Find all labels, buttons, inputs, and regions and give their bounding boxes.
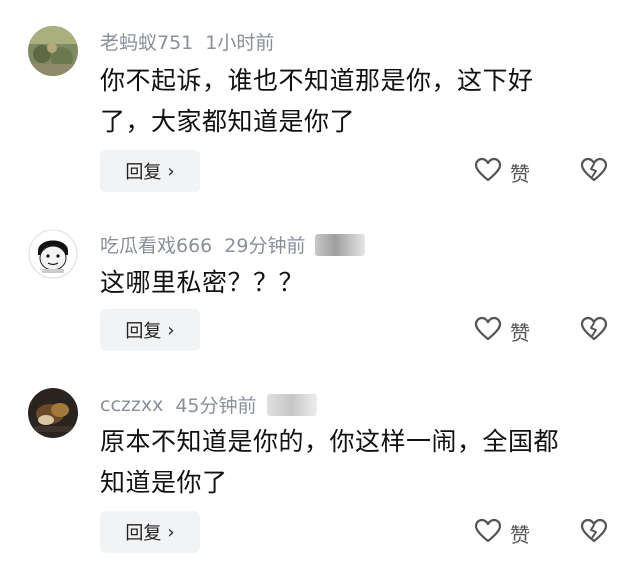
avatar[interactable] — [28, 388, 78, 438]
chevron-right-icon: › — [167, 160, 175, 182]
comment-meta: cczzxx 45分钟前 — [100, 391, 317, 418]
timestamp: 29分钟前 — [224, 235, 306, 257]
comment-text: 这哪里私密？？？ — [100, 262, 620, 303]
reply-label: 回复 — [125, 162, 162, 183]
avatar[interactable] — [28, 229, 78, 279]
like-label: 赞 — [510, 522, 530, 547]
reply-button[interactable]: 回复 › — [100, 150, 200, 192]
username[interactable]: 老蚂蚁751 — [100, 28, 193, 55]
like-button[interactable]: 赞 — [474, 518, 530, 548]
avatar[interactable] — [28, 26, 78, 76]
comment-text-line: 知道是你了 — [100, 468, 228, 497]
reply-button[interactable]: 回复 › — [100, 511, 200, 553]
username[interactable]: cczzxx — [100, 394, 163, 416]
comment-text-line: 了，大家都知道是你了 — [100, 107, 356, 136]
heart-outline-icon — [474, 157, 502, 187]
chevron-right-icon: › — [167, 521, 175, 543]
timestamp: 1小时前 — [205, 32, 275, 54]
comment-text: 你不起诉，谁也不知道那是你，这下好 了，大家都知道是你了 — [100, 60, 620, 142]
blurred-tag — [266, 393, 317, 416]
heart-outline-icon — [474, 518, 502, 548]
like-button[interactable]: 赞 — [474, 316, 530, 346]
comment-meta: 老蚂蚁751 1小时前 — [100, 28, 274, 55]
like-label: 赞 — [510, 161, 530, 186]
blurred-tag — [315, 233, 366, 256]
broken-heart-icon — [580, 518, 608, 548]
comment-text-line: 这哪里私密？？？ — [100, 268, 305, 297]
comment-text: 原本不知道是你的，你这样一闹，全国都 知道是你了 — [100, 421, 620, 503]
comment-meta: 吃瓜看戏666 29分钟前 — [100, 231, 366, 258]
heart-outline-icon — [474, 316, 502, 346]
like-label: 赞 — [510, 320, 530, 345]
username[interactable]: 吃瓜看戏666 — [100, 231, 212, 258]
dislike-button[interactable] — [580, 157, 608, 187]
chevron-right-icon: › — [167, 319, 175, 341]
comment-text-line: 原本不知道是你的，你这样一闹，全国都 — [100, 427, 560, 456]
reply-label: 回复 — [125, 321, 162, 342]
timestamp: 45分钟前 — [175, 395, 257, 417]
dislike-button[interactable] — [580, 316, 608, 346]
reply-button[interactable]: 回复 › — [100, 309, 200, 351]
reply-label: 回复 — [125, 523, 162, 544]
dislike-button[interactable] — [580, 518, 608, 548]
broken-heart-icon — [580, 157, 608, 187]
broken-heart-icon — [580, 316, 608, 346]
like-button[interactable]: 赞 — [474, 157, 530, 187]
comment-text-line: 你不起诉，谁也不知道那是你，这下好 — [100, 66, 534, 95]
